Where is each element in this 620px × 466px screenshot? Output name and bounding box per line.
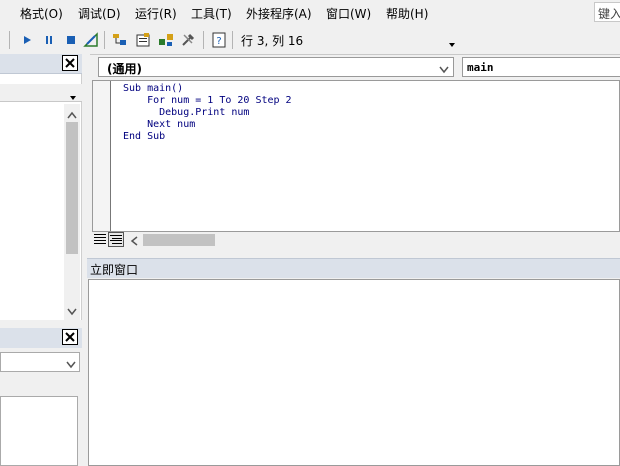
procedure-view-button[interactable] — [93, 232, 107, 249]
close-icon — [65, 58, 75, 68]
menu-window[interactable]: 窗口(W) — [326, 5, 371, 22]
pause-button[interactable] — [40, 31, 58, 49]
stop-icon — [67, 36, 75, 44]
chevron-left-icon — [130, 236, 138, 246]
menu-help[interactable]: 帮助(H) — [386, 5, 428, 22]
menu-format[interactable]: 格式(O) — [20, 5, 63, 22]
properties-combo-dropdown-button[interactable] — [66, 358, 76, 372]
design-mode-icon — [83, 32, 98, 47]
immediate-window[interactable] — [88, 279, 620, 466]
toolbar-separator — [9, 31, 10, 49]
scroll-up-button[interactable] — [67, 108, 77, 122]
menu-addins[interactable]: 外接程序(A) — [246, 5, 312, 22]
project-panel-close-button[interactable] — [62, 55, 78, 71]
object-browser-button[interactable] — [157, 31, 175, 49]
run-button[interactable] — [18, 31, 36, 49]
help-button[interactable]: ? — [210, 31, 228, 49]
toolbar-separator — [232, 31, 233, 49]
properties-icon — [136, 33, 150, 47]
code-line[interactable]: For num = 1 To 20 Step 2 — [123, 95, 292, 107]
code-line[interactable]: Next num — [123, 119, 195, 131]
code-line[interactable]: End Sub — [123, 131, 165, 143]
toolbar-overflow-icon — [449, 43, 455, 47]
properties-panel-close-button[interactable] — [62, 329, 78, 345]
help-icon: ? — [212, 32, 226, 48]
scroll-down-button[interactable] — [67, 305, 77, 319]
procedure-view-icon — [94, 234, 106, 244]
menu-bar: 格式(O) 调试(D) 运行(R) 工具(T) 外接程序(A) 窗口(W) 帮助… — [0, 0, 620, 26]
cursor-position-label: 行 3, 列 16 — [241, 34, 304, 48]
chevron-up-icon — [67, 111, 77, 119]
project-scroll-thumb[interactable] — [66, 122, 78, 254]
project-dropdown-button[interactable] — [69, 90, 77, 104]
toolbar-options-button[interactable] — [448, 37, 456, 51]
project-explorer-button[interactable] — [111, 31, 129, 49]
toolbar: ? 行 3, 列 16 — [0, 27, 620, 53]
run-icon — [24, 36, 31, 44]
toolbar-separator — [203, 31, 204, 49]
chevron-down-icon — [66, 361, 76, 369]
chevron-down-icon — [67, 308, 77, 316]
code-line[interactable]: Debug.Print num — [123, 107, 249, 119]
object-combo[interactable]: (通用) — [98, 57, 454, 77]
project-explorer-icon — [113, 34, 126, 45]
code-line[interactable]: Sub main() — [123, 83, 183, 95]
properties-window-button[interactable] — [134, 31, 152, 49]
menu-tools[interactable]: 工具(T) — [191, 5, 232, 22]
reset-button[interactable] — [62, 31, 80, 49]
code-margin-indicator-bar[interactable] — [93, 81, 111, 231]
immediate-window-header — [87, 258, 620, 278]
object-browser-icon — [159, 34, 173, 46]
code-horizontal-scroll-thumb[interactable] — [143, 234, 215, 246]
procedure-combo[interactable]: main — [462, 57, 620, 77]
toolbox-icon — [182, 33, 195, 46]
chevron-down-icon — [70, 96, 76, 100]
pause-icon — [46, 36, 52, 44]
close-icon — [65, 332, 75, 342]
toolbox-button[interactable] — [179, 31, 197, 49]
properties-grid[interactable] — [0, 396, 78, 466]
menu-run[interactable]: 运行(R) — [135, 5, 177, 22]
scroll-left-button[interactable] — [130, 235, 138, 249]
help-search-input[interactable]: 键入 — [594, 2, 620, 22]
immediate-window-title: 立即窗口 — [90, 263, 139, 277]
full-module-view-icon — [110, 235, 122, 244]
object-combo-dropdown-button[interactable] — [439, 63, 449, 77]
menu-debug[interactable]: 调试(D) — [78, 5, 121, 22]
svg-text:?: ? — [216, 36, 221, 47]
chevron-down-icon — [439, 66, 449, 74]
design-mode-button[interactable] — [82, 31, 100, 49]
full-module-view-button[interactable] — [108, 232, 124, 247]
toolbar-separator — [104, 31, 105, 49]
